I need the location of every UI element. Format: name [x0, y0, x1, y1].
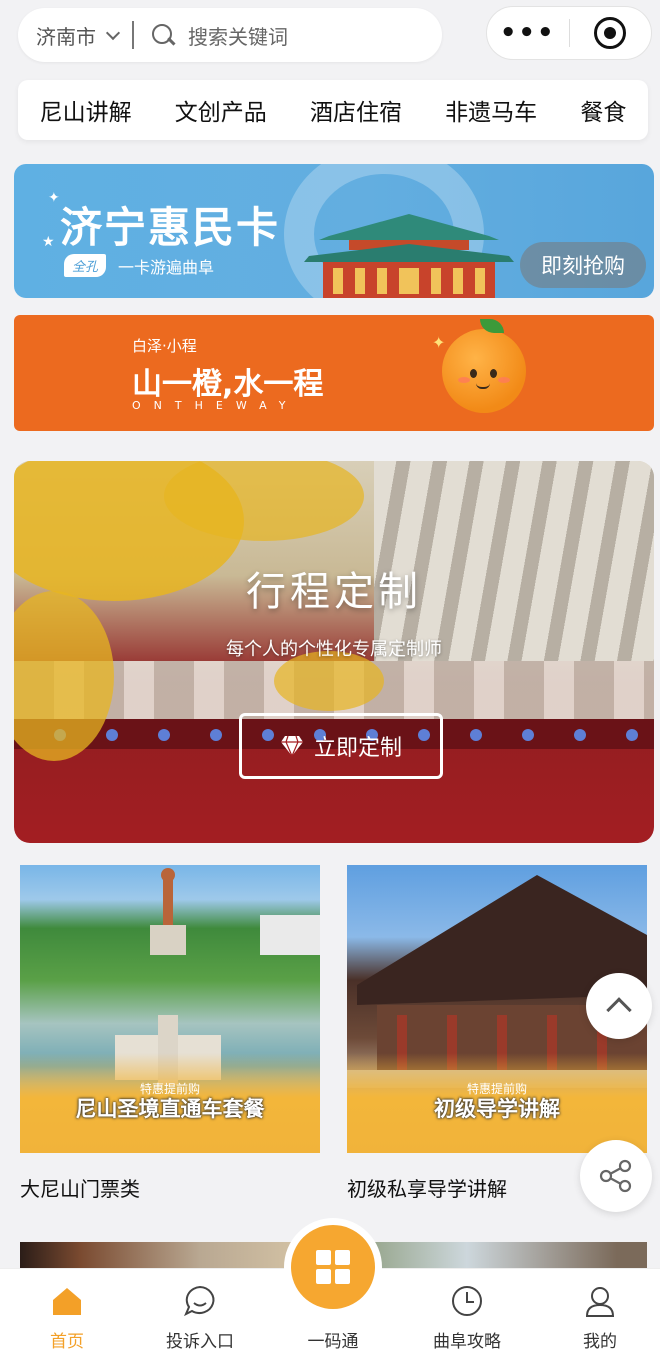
trip-custom-banner: 行程定制 每个人的个性化专属定制师 立即定制	[14, 461, 654, 843]
tab-mine[interactable]: 我的	[545, 1283, 655, 1352]
search-bar[interactable]: 济南市 搜索关键词	[18, 8, 442, 62]
banner-slogan: 山一橙,水一程	[132, 367, 324, 402]
product-caption: 尼山圣境直通车套餐	[75, 1097, 265, 1121]
banner-title: 济宁惠民卡	[60, 203, 281, 252]
star-icon: ★	[42, 234, 55, 250]
tab-label: 我的	[583, 1332, 617, 1352]
sparkle-icon: ✦	[432, 333, 446, 352]
category-item-hotel[interactable]: 酒店住宿	[306, 93, 406, 127]
banner-english: ONTHEWAY	[132, 399, 299, 412]
city-label: 济南市	[36, 24, 96, 49]
customize-now-label: 立即定制	[313, 736, 402, 761]
category-item-food[interactable]: 餐食	[576, 93, 630, 127]
share-icon	[599, 1159, 632, 1193]
banner-pill: 全孔	[64, 254, 107, 277]
orange-banner[interactable]: 白泽·小程 山一橙,水一程 ONTHEWAY ✦	[14, 315, 654, 431]
scroll-top-button[interactable]	[586, 973, 652, 1039]
tab-label: 曲阜攻略	[433, 1332, 501, 1352]
clock-icon	[452, 1286, 482, 1316]
star-icon: ✦	[48, 190, 60, 206]
chat-icon	[184, 1285, 215, 1317]
trip-title: 行程定制	[246, 569, 422, 615]
category-item-nishan-guide[interactable]: 尼山讲解	[36, 93, 136, 127]
banner-brand: 白泽·小程	[132, 337, 197, 355]
close-miniprogram-button[interactable]	[570, 17, 652, 49]
chevron-up-icon	[606, 997, 632, 1023]
chevron-down-icon	[105, 25, 121, 41]
city-selector[interactable]: 济南市	[18, 21, 121, 50]
share-button[interactable]	[580, 1140, 652, 1212]
grid-icon	[291, 1225, 375, 1309]
tab-label: 首页	[50, 1332, 84, 1352]
tab-home[interactable]: 首页	[12, 1283, 122, 1352]
home-icon	[53, 1288, 81, 1315]
category-item-cultural-products[interactable]: 文创产品	[171, 93, 271, 127]
search-icon	[150, 22, 176, 48]
pavilion-image	[304, 214, 514, 298]
divider	[132, 21, 134, 49]
tab-label: 一码通	[307, 1332, 359, 1352]
tab-label: 投诉入口	[166, 1332, 234, 1352]
product-card[interactable]: 特惠提前购 尼山圣境直通车套餐 大尼山门票类	[20, 865, 320, 1202]
product-name: 大尼山门票类	[20, 1177, 140, 1201]
category-nav: 尼山讲解 文创产品 酒店住宿 非遗马车 餐食	[18, 80, 648, 140]
trip-subtitle: 每个人的个性化专属定制师	[226, 639, 442, 660]
banner-tagline: 一卡游遍曲阜	[118, 258, 215, 277]
product-caption: 初级导学讲解	[434, 1097, 560, 1121]
customize-now-button[interactable]: 立即定制	[239, 713, 443, 779]
more-icon[interactable]: •••	[487, 18, 569, 48]
buy-now-button[interactable]: 即刻抢购	[520, 242, 646, 288]
product-image: 特惠提前购 尼山圣境直通车套餐	[20, 865, 320, 1153]
one-code-pass-button[interactable]	[284, 1218, 382, 1316]
category-item-carriage[interactable]: 非遗马车	[441, 93, 541, 127]
tab-complaint[interactable]: 投诉入口	[145, 1283, 255, 1352]
target-icon	[594, 17, 627, 49]
search-input[interactable]: 搜索关键词	[188, 21, 288, 50]
miniprogram-capsule: •••	[486, 6, 652, 60]
user-icon	[585, 1287, 615, 1317]
orange-mascot-icon	[442, 319, 526, 413]
tab-guide[interactable]: 曲阜攻略	[412, 1283, 522, 1352]
diamond-icon	[280, 735, 303, 757]
huimin-card-banner[interactable]: ✦ ★ 济宁惠民卡 全孔 一卡游遍曲阜 即刻抢购	[14, 164, 654, 298]
